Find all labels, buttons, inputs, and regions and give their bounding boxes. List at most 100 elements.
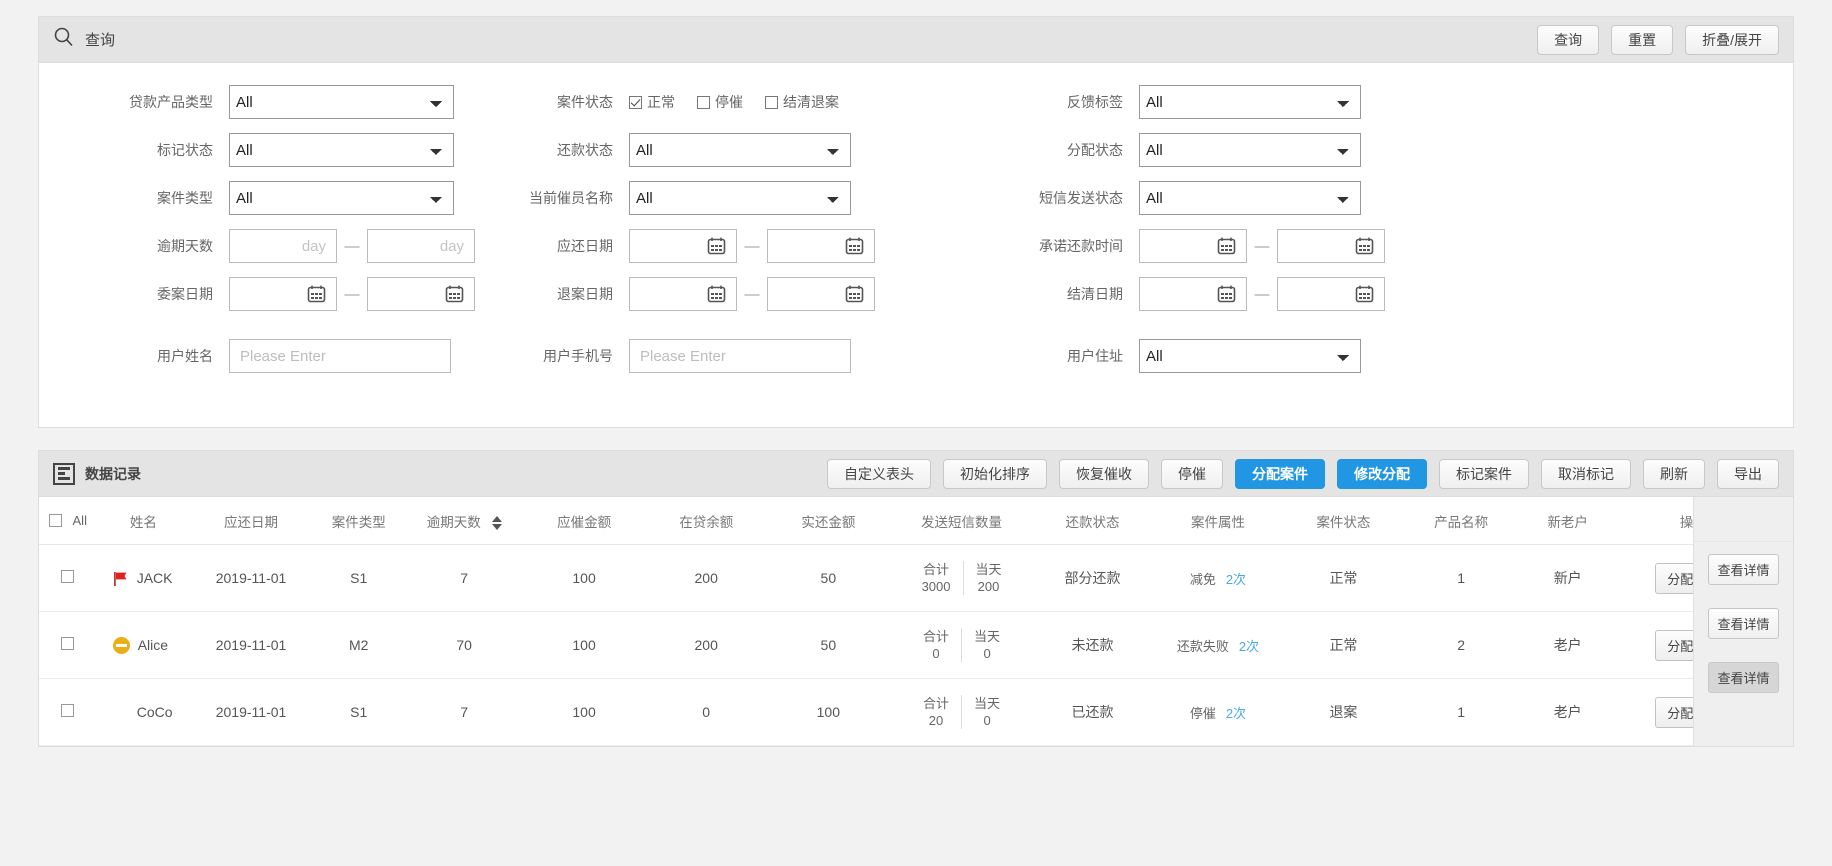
promise-repay-from-input[interactable] xyxy=(1139,229,1247,263)
select-mark-status[interactable]: All xyxy=(229,133,454,167)
label-user-name: 用户姓名 xyxy=(157,348,213,364)
label-user-phone: 用户手机号 xyxy=(543,348,613,364)
view-detail-button[interactable]: 查看详情 xyxy=(1708,553,1779,585)
table-wrapper: All 姓名 应还日期 案件类型 逾期天数 应催金额 在贷余额 实还金额 发送短… xyxy=(39,497,1793,746)
field-sms-send-status: 短信发送状态 All xyxy=(1019,181,1489,215)
calendar-icon xyxy=(707,237,726,255)
init-sort-button[interactable]: 初始化排序 xyxy=(943,458,1047,489)
select-loan-product-type[interactable]: All xyxy=(229,85,454,119)
select-all-label: All xyxy=(72,512,87,528)
label-loan-product-type: 贷款产品类型 xyxy=(129,94,213,110)
select-all-checkbox[interactable] xyxy=(48,513,62,527)
calendar-icon xyxy=(845,285,864,303)
row-checkbox-cell[interactable] xyxy=(39,544,97,612)
attr-times-link[interactable]: 2次 xyxy=(1226,706,1246,721)
reset-button[interactable]: 重置 xyxy=(1611,24,1674,55)
checkbox-box-paused[interactable] xyxy=(697,95,710,109)
return-date-to-input[interactable] xyxy=(767,277,875,311)
header-name: 姓名 xyxy=(96,497,190,545)
search-panel-header: 查询 查询 重置 折叠/展开 xyxy=(39,17,1793,63)
form-row-5: 委案日期 — 退案日期 — 结清日期 — xyxy=(39,277,1793,311)
checkbox-box-normal[interactable] xyxy=(629,95,642,109)
header-select-all[interactable]: All xyxy=(39,497,97,545)
row-checkbox[interactable] xyxy=(61,704,75,717)
pause-collection-button[interactable]: 停催 xyxy=(1161,458,1223,489)
row-checkbox[interactable] xyxy=(61,570,75,583)
view-detail-button[interactable]: 查看详情 xyxy=(1708,607,1779,639)
checkbox-case-status-0[interactable]: 正常 xyxy=(629,92,675,112)
cell-real-amount: 50 xyxy=(767,544,890,612)
settle-date-from-input[interactable] xyxy=(1139,277,1247,311)
checkbox-case-status-1[interactable]: 停催 xyxy=(697,92,743,112)
name-wrap: Alice xyxy=(97,636,190,654)
select-feedback-tag[interactable]: All xyxy=(1139,85,1361,119)
checkbox-case-status-2[interactable]: 结清退案 xyxy=(765,92,839,112)
promise-repay-to-input[interactable] xyxy=(1277,229,1385,263)
cell-sms: 合计 20 当天 0 xyxy=(889,678,1034,746)
custom-header-button[interactable]: 自定义表头 xyxy=(827,458,931,489)
cell-repay-status: 部分还款 xyxy=(1033,544,1152,612)
sms-today-label: 当天 xyxy=(974,696,1001,711)
label-current-collector: 当前催员名称 xyxy=(529,190,613,206)
cell-due-date: 2019-11-01 xyxy=(189,678,313,746)
select-user-address[interactable]: All xyxy=(1139,339,1361,373)
header-case-attr: 案件属性 xyxy=(1151,497,1285,545)
sms-total-label: 合计 xyxy=(923,562,950,577)
checkbox-box-settled[interactable] xyxy=(765,95,778,109)
cell-real-amount: 50 xyxy=(767,611,890,679)
table-row: Alice 2019-11-01 M2 70 100 200 50 合计 0 当… xyxy=(39,611,1771,679)
field-user-address: 用户住址 All xyxy=(1019,339,1489,373)
entrust-date-to-input[interactable] xyxy=(367,277,475,311)
sms-total-value: 0 xyxy=(932,646,940,661)
select-assign-status[interactable]: All xyxy=(1139,133,1361,167)
unmark-button[interactable]: 取消标记 xyxy=(1541,458,1631,489)
mark-case-button[interactable]: 标记案件 xyxy=(1439,458,1529,489)
cell-overdue-days: 70 xyxy=(405,611,524,679)
row-checkbox-cell[interactable] xyxy=(39,611,97,679)
cell-product: 1 xyxy=(1402,544,1520,612)
settle-date-to-input[interactable] xyxy=(1277,277,1385,311)
sms-wrap: 合计 20 当天 0 xyxy=(889,695,1033,729)
fixed-cell: 查看详情 xyxy=(1694,650,1793,704)
form-row-2: 标记状态 All 还款状态 All 分配状态 All xyxy=(39,133,1793,167)
row-checkbox[interactable] xyxy=(61,637,75,650)
refresh-button[interactable]: 刷新 xyxy=(1643,458,1705,489)
header-overdue-days[interactable]: 逾期天数 xyxy=(405,497,524,545)
row-checkbox-cell[interactable] xyxy=(39,678,97,746)
sort-icon[interactable] xyxy=(491,516,502,531)
cell-repay-status: 已还款 xyxy=(1033,678,1152,746)
pause-icon xyxy=(112,636,130,654)
user-name-input[interactable] xyxy=(229,339,451,373)
assign-case-button[interactable]: 分配案件 xyxy=(1235,458,1325,489)
cell-product: 1 xyxy=(1402,678,1520,746)
calendar-icon xyxy=(1355,237,1374,255)
due-date-to-input[interactable] xyxy=(767,229,875,263)
due-date-from-input[interactable] xyxy=(629,229,737,263)
attr-times-link[interactable]: 2次 xyxy=(1226,572,1246,587)
user-phone-input[interactable] xyxy=(629,339,851,373)
return-date-from-input[interactable] xyxy=(629,277,737,311)
select-repay-status[interactable]: All xyxy=(629,133,851,167)
select-current-collector[interactable]: All xyxy=(629,181,851,215)
data-records-panel: 数据记录 自定义表头 初始化排序 恢复催收 停催 分配案件 修改分配 标记案件 … xyxy=(38,450,1794,747)
header-row: All 姓名 应还日期 案件类型 逾期天数 应催金额 在贷余额 实还金额 发送短… xyxy=(39,497,1771,545)
overdue-days-from-input[interactable] xyxy=(229,229,337,263)
query-button[interactable]: 查询 xyxy=(1537,24,1600,55)
cell-repay-status: 未还款 xyxy=(1033,611,1152,679)
entrust-date-from-input[interactable] xyxy=(229,277,337,311)
select-case-type[interactable]: All xyxy=(229,181,454,215)
attr-times-link[interactable]: 2次 xyxy=(1239,639,1259,654)
select-sms-send-status[interactable]: All xyxy=(1139,181,1361,215)
table-row: JACK 2019-11-01 S1 7 100 200 50 合计 3000 … xyxy=(39,544,1771,612)
sms-today: 当天 200 xyxy=(964,561,1014,595)
export-button[interactable]: 导出 xyxy=(1717,458,1779,489)
sms-total-label: 合计 xyxy=(923,696,950,711)
view-detail-button[interactable]: 查看详情 xyxy=(1708,661,1779,693)
table-head: All 姓名 应还日期 案件类型 逾期天数 应催金额 在贷余额 实还金额 发送短… xyxy=(39,497,1771,545)
name-text: Alice xyxy=(137,637,169,653)
collapse-expand-button[interactable]: 折叠/展开 xyxy=(1685,24,1779,55)
modify-assign-button[interactable]: 修改分配 xyxy=(1337,458,1427,489)
field-mark-status: 标记状态 All xyxy=(39,133,509,167)
resume-collection-button[interactable]: 恢复催收 xyxy=(1059,458,1149,489)
overdue-days-to-input[interactable] xyxy=(367,229,475,263)
